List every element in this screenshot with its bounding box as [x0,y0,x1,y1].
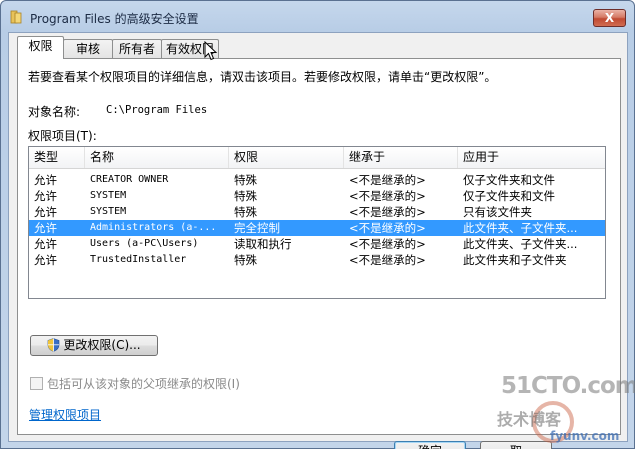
mouse-pointer-icon [204,41,218,61]
column-header-type[interactable]: 类型 [29,147,85,168]
watermark-text-1: 51CTO.com [501,373,635,399]
inherit-checkbox [30,377,43,390]
close-button[interactable]: X [593,9,626,27]
object-name-label: 对象名称: [28,105,81,119]
column-header-applies-to[interactable]: 应用于 [458,147,605,168]
permission-cell-permission: 特殊 [234,173,257,187]
permission-entries-label: 权限项目(T): [28,129,97,143]
permission-entry-row[interactable]: 允许 SYSTEM 特殊 <不是继承的> 仅子文件夹和文件 [29,188,605,204]
permission-cell-inherited: <不是继承的> [349,237,426,251]
permission-cell-permission: 完全控制 [234,221,280,235]
close-icon: X [604,11,615,25]
permission-cell-name: TrustedInstaller [90,254,187,265]
folder-icon [10,10,22,24]
manage-permission-entries-link[interactable]: 管理权限项目 [29,406,101,423]
permission-entry-row[interactable]: 允许 SYSTEM 特殊 <不是继承的> 只有该文件夹 [29,204,605,220]
permission-entry-row[interactable]: 允许 Users (a-PC\Users) 读取和执行 <不是继承的> 此文件夹、子文件… [29,236,605,252]
security-dialog-window: Program Files 的高级安全设置 X 权限 审核 所有者 有效权限 若… [0,0,635,449]
ok-button[interactable]: 确定 [394,441,466,449]
tab-permissions[interactable]: 权限 [17,36,64,59]
permission-cell-type: 允许 [34,173,57,187]
permission-cell-type: 允许 [34,253,57,267]
permission-cell-applies: 此文件夹、子文件夹... [463,237,578,251]
permission-cell-type: 允许 [34,221,57,235]
permission-cell-permission: 特殊 [234,189,257,203]
permission-cell-inherited: <不是继承的> [349,189,426,203]
inherit-permissions-option: 包括可从该对象的父项继承的权限(I) [30,375,240,392]
permission-cell-type: 允许 [34,205,57,219]
permission-cell-inherited: <不是继承的> [349,221,426,235]
permission-cell-applies: 只有该文件夹 [463,205,532,219]
title-bar[interactable]: Program Files 的高级安全设置 X [1,1,634,32]
permission-cell-name: Administrators (a-... [90,222,217,233]
permission-cell-inherited: <不是继承的> [349,205,426,219]
permission-entries-list[interactable]: 类型 名称 权限 继承于 应用于 允许 CREATOR OWNER 特殊 <不是继承的… [28,146,606,299]
watermark-text-3: fyunv.com [550,429,620,443]
instructions-text: 若要查看某个权限项目的详细信息，请双击该项目。若要修改权限，请单击“更改权限”。 [28,70,497,84]
tab-auditing[interactable]: 审核 [63,39,113,58]
permission-entry-row[interactable]: 允许 CREATOR OWNER 特殊 <不是继承的> 仅子文件夹和文件 [29,172,605,188]
tab-owner[interactable]: 所有者 [112,39,162,58]
change-permissions-label: 更改权限(C)... [63,338,141,352]
permission-cell-name: CREATOR OWNER [90,174,169,185]
permission-cell-name: SYSTEM [90,190,127,201]
change-permissions-button[interactable]: 更改权限(C)... [30,335,158,356]
permission-cell-applies: 此文件夹和子文件夹 [463,253,567,267]
permission-cell-permission: 读取和执行 [234,237,292,251]
permission-cell-inherited: <不是继承的> [349,253,426,267]
window-title: Program Files 的高级安全设置 [30,12,199,26]
column-header-permission[interactable]: 权限 [229,147,344,168]
permission-cell-name: SYSTEM [90,206,127,217]
permission-entry-row[interactable]: 允许 TrustedInstaller 特殊 <不是继承的> 此文件夹和子文件夹 [29,252,605,268]
permission-cell-applies: 此文件夹、子文件夹... [463,221,578,235]
permission-cell-applies: 仅子文件夹和文件 [463,173,555,187]
column-header-name[interactable]: 名称 [85,147,229,168]
permission-entry-row[interactable]: 允许 Administrators (a-... 完全控制 <不是继承的> 此文件夹、子… [29,220,605,236]
cancel-button[interactable]: 取 [480,441,552,449]
list-header: 类型 名称 权限 继承于 应用于 [29,147,605,169]
permission-cell-type: 允许 [34,189,57,203]
object-name-value: C:\Program Files [106,104,208,116]
inherit-checkbox-label: 包括可从该对象的父项继承的权限(I) [47,377,240,391]
permission-cell-inherited: <不是继承的> [349,173,426,187]
permission-cell-type: 允许 [34,237,57,251]
permission-cell-applies: 仅子文件夹和文件 [463,189,555,203]
watermark-text-2: 技术博客 [497,410,562,429]
column-header-inherited-from[interactable]: 继承于 [344,147,458,168]
permission-cell-permission: 特殊 [234,205,257,219]
permission-cell-permission: 特殊 [234,253,257,267]
permission-cell-name: Users (a-PC\Users) [90,238,199,249]
uac-shield-icon [48,338,60,352]
